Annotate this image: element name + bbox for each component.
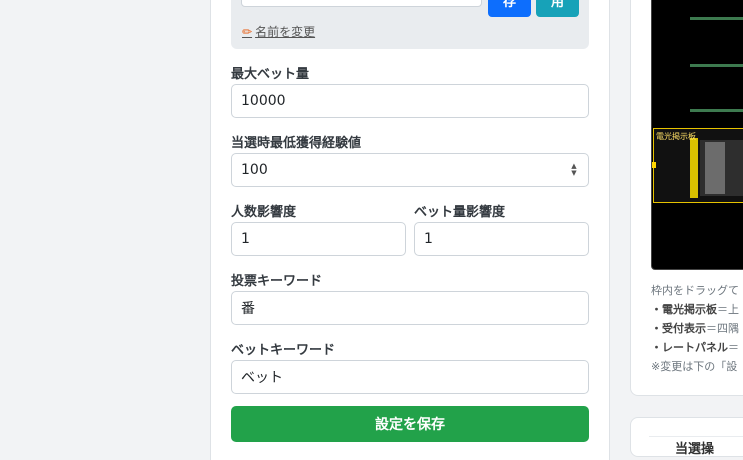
resize-handle[interactable] [652, 162, 656, 168]
help-item-rate-panel: ・レートパネル＝ [651, 339, 739, 355]
bet-amount-influence-value: 1 [424, 231, 433, 247]
help-text-note: ※変更は下の「設 [651, 360, 738, 373]
people-influence-label: 人数影響度 [231, 205, 297, 220]
bet-keyword-value: ベット [241, 370, 283, 386]
scoreboard-block-inner [705, 142, 725, 194]
save-settings-button[interactable]: 設定を保存 [231, 406, 589, 442]
scoreboard-bar [690, 138, 698, 198]
name-input[interactable] [241, 0, 482, 7]
scoreboard-region-label: 電光掲示板 [656, 132, 696, 141]
bet-amount-influence-label: ベット量影響度 [414, 205, 506, 220]
preview-line [690, 64, 743, 67]
winner-operation-title: 当選操 [675, 442, 715, 457]
help-item-desc: ＝上 [717, 303, 739, 316]
people-influence-value: 1 [241, 231, 250, 247]
preview-line [690, 17, 743, 20]
save-name-button[interactable]: 存 [488, 0, 531, 17]
max-bet-input[interactable]: 10000 [231, 84, 589, 118]
people-influence-input[interactable]: 1 [231, 222, 406, 256]
help-item-desc: ＝四隅 [706, 322, 739, 335]
bet-keyword-label: ベットキーワード [231, 343, 336, 358]
help-text-drag: 枠内をドラッグて [651, 284, 739, 297]
vote-keyword-value: 番 [241, 301, 255, 317]
help-item-name: ・受付表示 [651, 322, 706, 335]
max-bet-label: 最大ベット量 [231, 67, 310, 82]
min-exp-label: 当選時最低獲得経験値 [231, 136, 362, 151]
help-item-name: ・レートパネル [651, 341, 728, 354]
bet-keyword-input[interactable]: ベット [231, 360, 589, 394]
pencil-icon: ✏ [242, 24, 253, 39]
vote-keyword-input[interactable]: 番 [231, 291, 589, 325]
help-item-scoreboard: ・電光掲示板＝上 [651, 301, 739, 317]
bet-amount-influence-input[interactable]: 1 [414, 222, 589, 256]
winner-operation-card: 当選操 [630, 417, 743, 457]
max-bet-value: 10000 [241, 93, 286, 109]
preview-line [690, 109, 743, 112]
vote-keyword-label: 投票キーワード [231, 274, 323, 289]
help-item-desc: ＝ [728, 341, 739, 354]
apply-button[interactable]: 用 [536, 0, 579, 17]
rename-link-label: 名前を変更 [255, 25, 316, 39]
help-item-name: ・電光掲示板 [651, 303, 717, 316]
min-exp-value: 100 [241, 162, 268, 178]
rename-link[interactable]: ✏ 名前を変更 [242, 23, 315, 40]
min-exp-input[interactable]: 100 ▲ ▼ [231, 153, 589, 187]
help-item-reception: ・受付表示＝四隅 [651, 320, 739, 336]
card-divider [649, 436, 743, 437]
number-spinner-icon[interactable]: ▲ ▼ [570, 163, 578, 177]
